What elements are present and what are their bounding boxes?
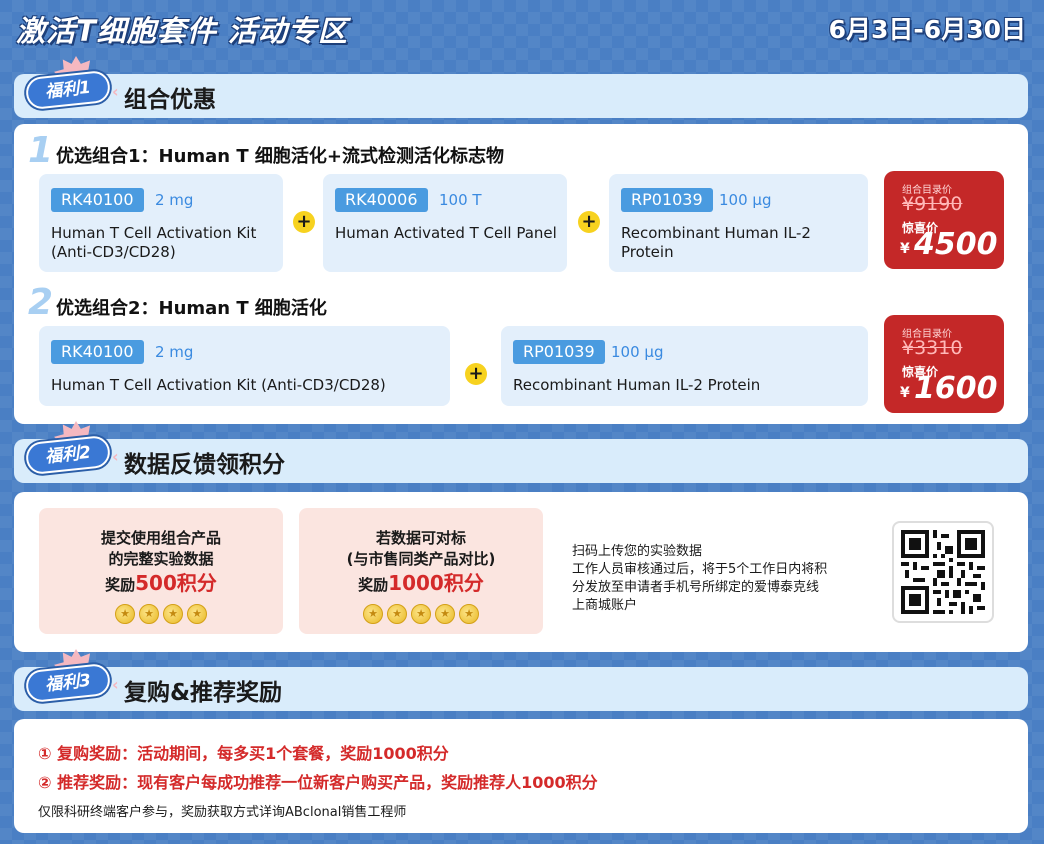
qr-code-graphic	[901, 530, 985, 614]
plus-icon: +	[293, 211, 315, 233]
catalog-number: RK40006	[335, 188, 428, 212]
product-size: 100 μg	[719, 191, 772, 209]
section-title: 组合优惠	[124, 87, 216, 113]
product-name: Recombinant Human IL-2 Protein	[621, 224, 811, 261]
reward-prefix: 奖励	[105, 576, 136, 594]
repurchase-bonus: ① 复购奖励：活动期间，每多买1个套餐，奖励1000积分	[38, 744, 449, 763]
price-box: 组合目录价 ¥3310 惊喜价 ¥ 1600	[884, 315, 1004, 413]
reward-points-line: 奖励500积分	[39, 570, 283, 598]
coin-icon: ★	[459, 604, 479, 624]
product-card[interactable]: RK40100 2 mg Human T Cell Activation Kit…	[39, 174, 283, 272]
combo-number: 2	[28, 282, 54, 323]
reward-line: 提交使用组合产品	[100, 529, 221, 547]
special-price: 4500	[914, 227, 998, 262]
qr-code-icon[interactable]	[892, 521, 994, 623]
upload-instructions: 扫码上传您的实验数据 工作人员审核通过后，将于5个工作日内将积 分发放至申请者手…	[572, 543, 872, 615]
arrow-decoration-icon: ‹	[112, 447, 119, 466]
coin-icon: ★	[187, 604, 207, 624]
section-title: 复购&推荐奖励	[124, 680, 283, 706]
eligibility-note: 仅限科研终端客户参与，奖励获取方式详询ABclonal销售工程师	[38, 805, 407, 820]
plus-icon: +	[578, 211, 600, 233]
reward-points-line: 奖励1000积分	[299, 570, 543, 598]
reward-line: (与市售同类产品对比)	[346, 550, 496, 568]
product-name: Human Activated T Cell Panel	[335, 224, 557, 242]
product-size: 2 mg	[155, 343, 194, 361]
arrow-decoration-icon: ‹	[112, 675, 119, 694]
arrow-decoration-icon: ‹	[112, 82, 119, 101]
coin-icon: ★	[435, 604, 455, 624]
reward-card: 若数据可对标 (与市售同类产品对比) 奖励1000积分 ★ ★ ★ ★ ★	[299, 508, 543, 634]
reward-card: 提交使用组合产品 的完整实验数据 奖励500积分 ★ ★ ★ ★	[39, 508, 283, 634]
reward-line: 的完整实验数据	[108, 550, 214, 568]
reward-points: 1000积分	[388, 571, 484, 595]
original-price: ¥9190	[902, 193, 963, 215]
benefit-badge: 福利3 ‹	[24, 649, 124, 711]
referral-bonus: ② 推荐奖励：现有客户每成功推荐一位新客户购买产品，奖励推荐人1000积分	[38, 773, 598, 792]
page-title: 激活T细胞套件 活动专区	[16, 14, 348, 48]
upload-line: 工作人员审核通过后，将于5个工作日内将积	[572, 562, 828, 577]
combo-title: 优选组合1：Human T 细胞活化+流式检测活化标志物	[56, 146, 505, 167]
catalog-number: RP01039	[621, 188, 713, 212]
benefit-badge: 福利1 ‹	[24, 56, 124, 118]
product-card[interactable]: RK40100 2 mg Human T Cell Activation Kit…	[39, 326, 450, 406]
product-card[interactable]: RP01039 100 μg Recombinant Human IL-2 Pr…	[501, 326, 868, 406]
catalog-number: RK40100	[51, 340, 144, 364]
product-name: Human T Cell Activation Kit (Anti-CD3/CD…	[51, 376, 386, 394]
product-size: 100 T	[439, 191, 482, 209]
reward-line: 若数据可对标	[375, 529, 466, 547]
product-name: Recombinant Human IL-2 Protein	[513, 376, 761, 394]
reward-points: 500积分	[135, 571, 217, 595]
currency-symbol: ¥	[900, 241, 910, 257]
coin-row: ★ ★ ★ ★	[39, 604, 283, 624]
section-header-data-feedback: 福利2 ‹ 数据反馈领积分	[14, 421, 1028, 483]
product-name-line: (Anti-CD3/CD28)	[51, 243, 176, 261]
badge-label: 福利2	[24, 434, 112, 476]
price-box: 组合目录价 ¥9190 惊喜价 ¥ 4500	[884, 171, 1004, 269]
section-header-repurchase: 福利3 ‹ 复购&推荐奖励	[14, 649, 1028, 711]
badge-label: 福利1	[24, 69, 112, 111]
coin-row: ★ ★ ★ ★ ★	[299, 604, 543, 624]
product-card[interactable]: RK40006 100 T Human Activated T Cell Pan…	[323, 174, 567, 272]
upload-line: 扫码上传您的实验数据	[572, 544, 703, 559]
badge-label: 福利3	[24, 662, 112, 704]
original-price: ¥3310	[902, 337, 963, 359]
combo-number: 1	[28, 130, 54, 171]
coin-icon: ★	[139, 604, 159, 624]
coin-icon: ★	[163, 604, 183, 624]
benefit-badge: 福利2 ‹	[24, 421, 124, 483]
special-price: 1600	[914, 371, 998, 406]
catalog-number: RK40100	[51, 188, 144, 212]
coin-icon: ★	[363, 604, 383, 624]
coin-icon: ★	[411, 604, 431, 624]
product-size: 100 μg	[611, 343, 664, 361]
product-size: 2 mg	[155, 191, 194, 209]
combo-title: 优选组合2：Human T 细胞活化	[56, 298, 327, 319]
catalog-number: RP01039	[513, 340, 605, 364]
product-card[interactable]: RP01039 100 μg Recombinant Human IL-2 Pr…	[609, 174, 868, 272]
section-header-combo: 福利1 ‹ 组合优惠	[14, 56, 1028, 118]
top-banner: 激活T细胞套件 活动专区 6月3日-6月30日	[0, 0, 1044, 56]
plus-icon: +	[465, 363, 487, 385]
date-range: 6月3日-6月30日	[828, 15, 1026, 44]
product-name-line: Human T Cell Activation Kit	[51, 224, 257, 242]
coin-icon: ★	[115, 604, 135, 624]
product-name: Human T Cell Activation Kit (Anti-CD3/CD…	[51, 224, 256, 262]
section-title: 数据反馈领积分	[124, 452, 285, 478]
reward-prefix: 奖励	[358, 576, 389, 594]
currency-symbol: ¥	[900, 385, 910, 401]
upload-line: 上商城账户	[572, 598, 638, 613]
coin-icon: ★	[387, 604, 407, 624]
upload-line: 分发放至申请者手机号所绑定的爱博泰克线	[572, 580, 820, 595]
